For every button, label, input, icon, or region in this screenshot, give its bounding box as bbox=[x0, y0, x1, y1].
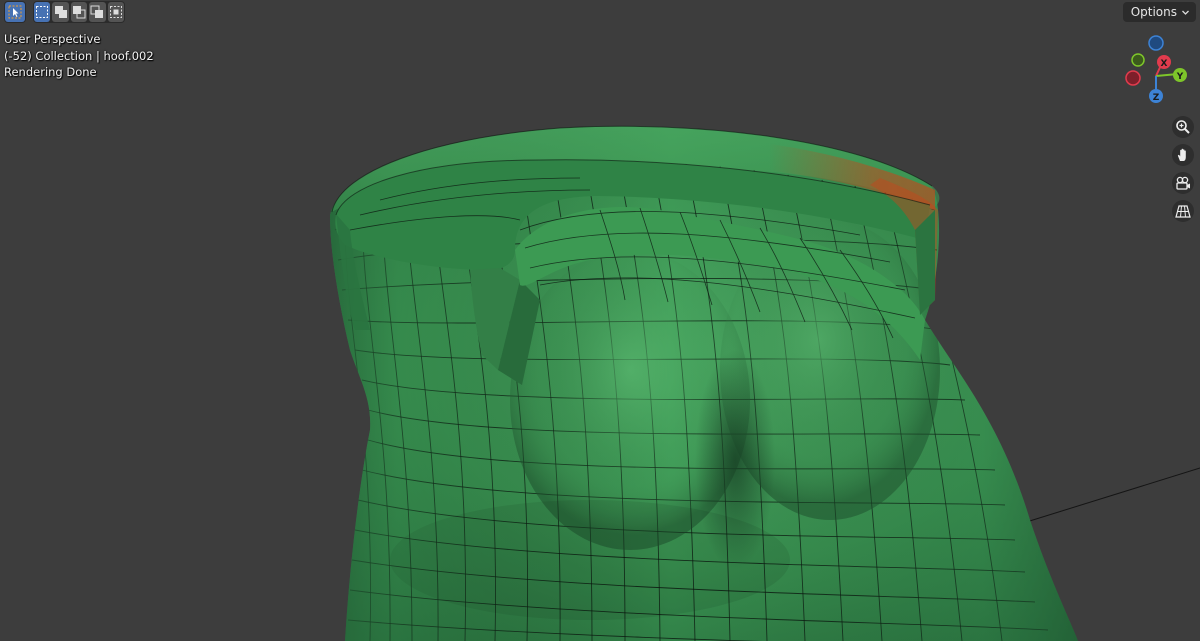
collection-object-line: (-52) Collection | hoof.002 bbox=[4, 48, 154, 63]
gizmo-x-label: X bbox=[1161, 59, 1168, 69]
gizmo-y-label: Y bbox=[1176, 72, 1184, 82]
hand-pan-icon bbox=[1177, 148, 1186, 161]
select-extend-icon[interactable] bbox=[52, 2, 69, 22]
options-label: Options bbox=[1130, 5, 1177, 19]
select-invert-icon[interactable] bbox=[89, 2, 106, 22]
pan-button[interactable] bbox=[1172, 144, 1194, 166]
select-mode-group bbox=[33, 1, 125, 23]
chevron-down-icon bbox=[1182, 10, 1189, 15]
render-status: Rendering Done bbox=[4, 65, 97, 79]
options-dropdown[interactable]: Options bbox=[1122, 2, 1196, 22]
select-intersect-icon[interactable] bbox=[107, 2, 125, 22]
select-tool-group bbox=[4, 1, 26, 23]
zoom-button[interactable] bbox=[1172, 116, 1194, 138]
camera-icon bbox=[1176, 176, 1190, 190]
3d-viewport[interactable]: Options User Perspective (-52) Collectio… bbox=[0, 0, 1200, 641]
cursor-select-icon[interactable] bbox=[5, 2, 25, 22]
perspective-toggle-button[interactable] bbox=[1172, 200, 1194, 222]
navigation-gizmo[interactable]: X Y Z bbox=[1118, 30, 1194, 110]
gizmo-z-label: Z bbox=[1153, 93, 1160, 103]
viewport-info-text: User Perspective (-52) Collection | hoof… bbox=[4, 31, 154, 81]
gizmo-neg-y[interactable] bbox=[1131, 53, 1145, 67]
hoof-mesh-render bbox=[330, 125, 1200, 641]
grid-perspective-icon bbox=[1175, 205, 1191, 218]
view-name: User Perspective bbox=[4, 32, 101, 46]
select-subtract-icon[interactable] bbox=[70, 2, 88, 22]
gizmo-neg-z[interactable] bbox=[1148, 35, 1164, 51]
select-new-icon[interactable] bbox=[34, 2, 51, 22]
zoom-icon bbox=[1176, 120, 1190, 134]
camera-view-button[interactable] bbox=[1172, 172, 1194, 194]
gizmo-neg-x[interactable] bbox=[1125, 70, 1141, 86]
